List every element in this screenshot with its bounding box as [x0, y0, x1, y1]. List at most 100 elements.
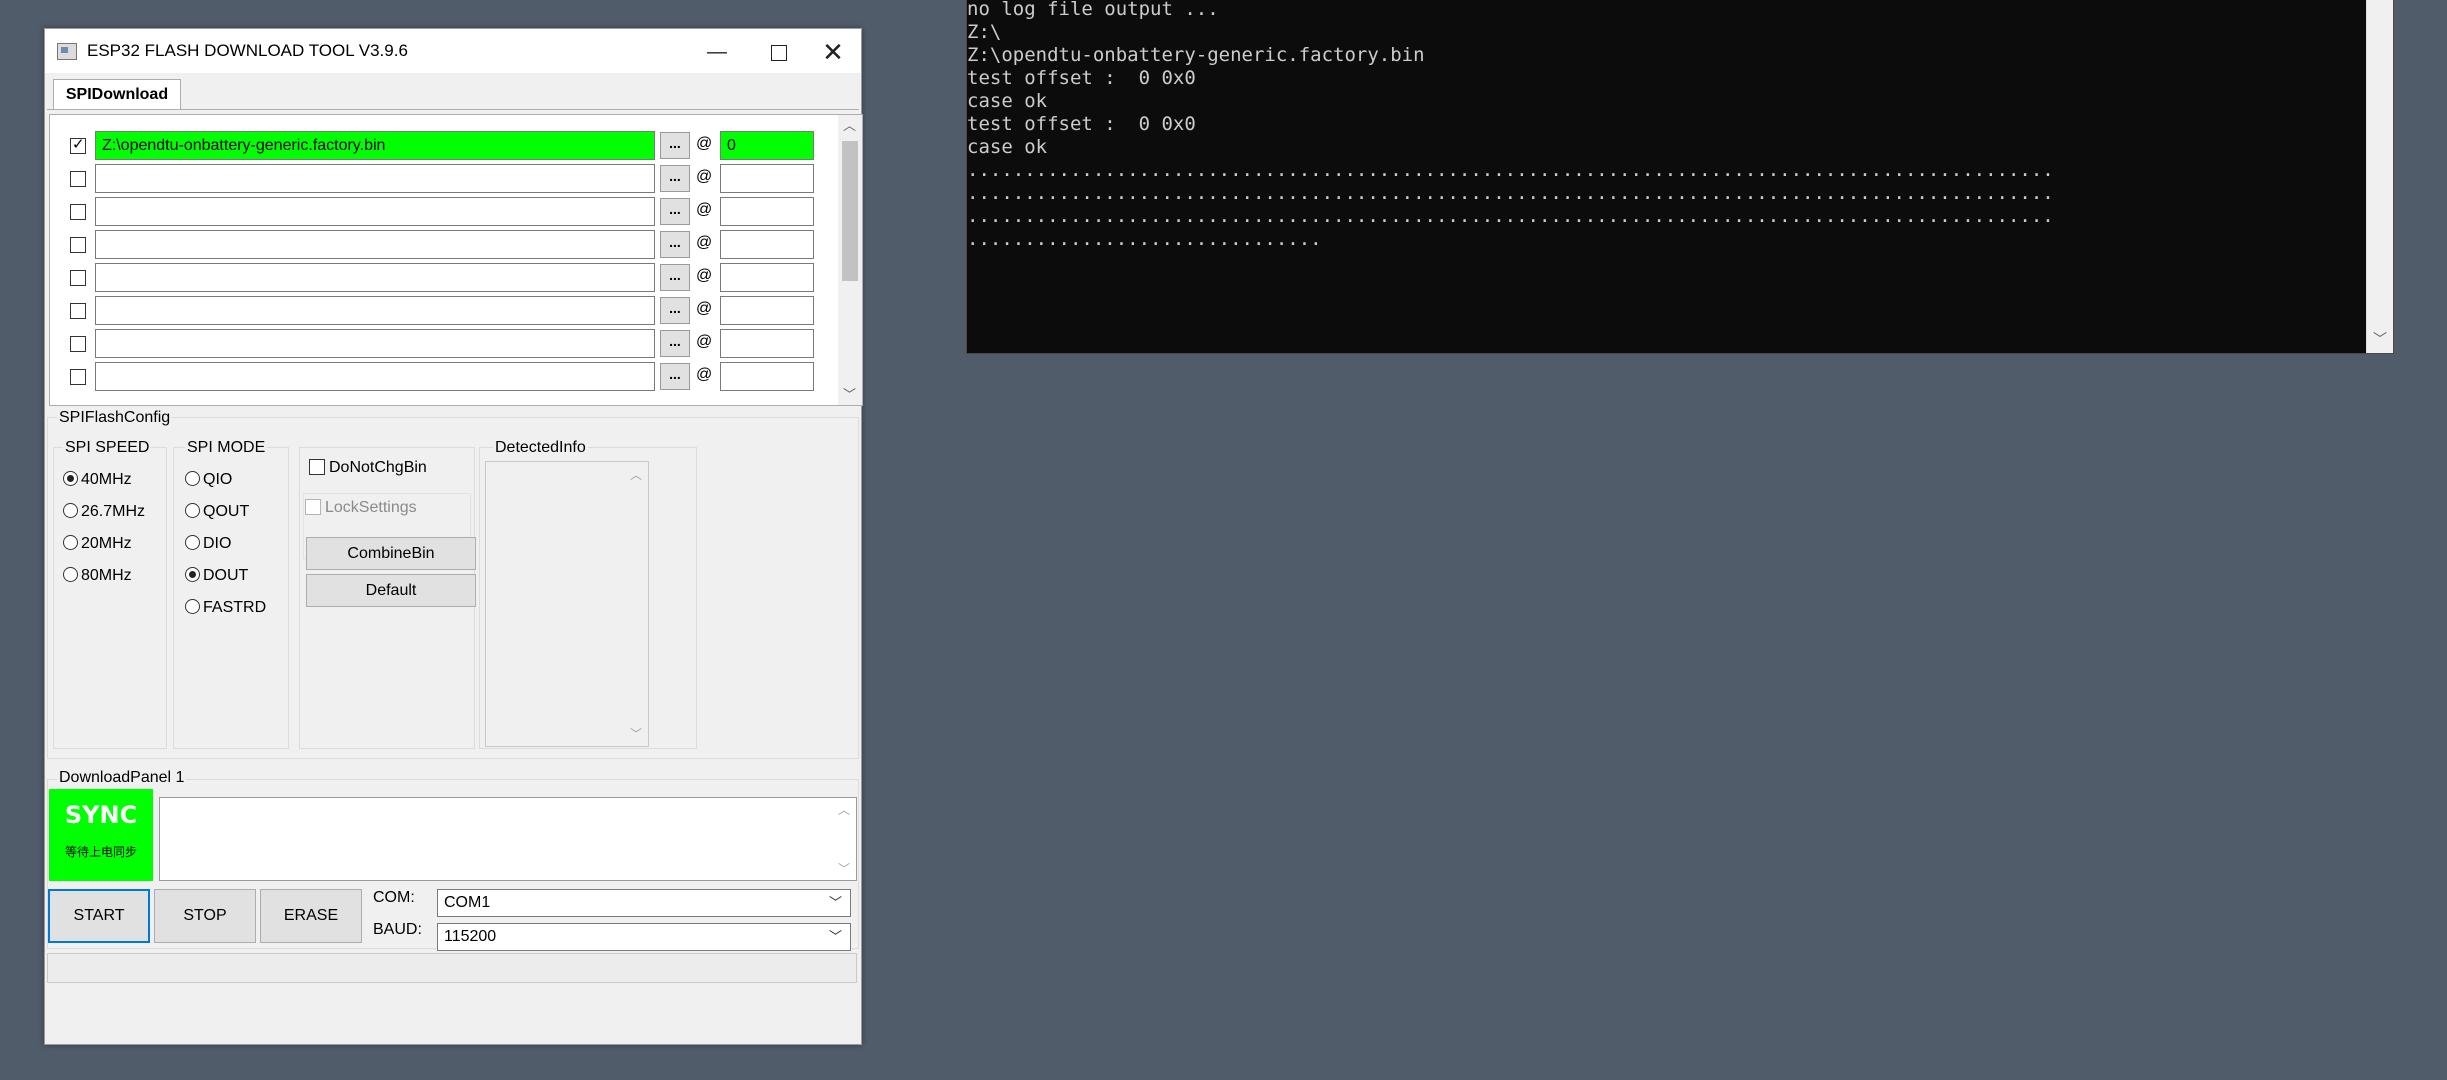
file-path-input[interactable]	[95, 329, 655, 358]
browse-button[interactable]: ...	[660, 297, 690, 324]
file-address-input[interactable]	[720, 230, 814, 259]
maximize-icon	[771, 44, 787, 61]
download-log-box[interactable]: ︿ ﹀	[159, 797, 857, 881]
sync-status-box: SYNC 等待上电同步	[49, 789, 153, 881]
console-window: no log file output ... Z:\ Z:\opendtu-onba…	[966, 0, 2394, 354]
file-enable-checkbox[interactable]	[70, 204, 86, 220]
radio-dot	[185, 567, 200, 582]
spi-mode-option-qout[interactable]: QOUT	[185, 503, 249, 521]
console-line: ........................................…	[967, 159, 2054, 181]
spi-speed-group	[53, 447, 167, 749]
baud-select[interactable]: 115200 ﹀	[437, 923, 851, 951]
scroll-down-icon[interactable]: ﹀	[2373, 329, 2387, 349]
spi-speed-option-20mhz[interactable]: 20MHz	[63, 535, 132, 553]
file-enable-checkbox[interactable]	[70, 270, 86, 286]
checkbox-box	[309, 459, 325, 475]
chevron-down-icon: ﹀	[828, 929, 842, 944]
file-address-input[interactable]	[720, 362, 814, 391]
stop-button[interactable]: STOP	[154, 889, 256, 943]
close-button[interactable]: ✕	[805, 34, 861, 70]
default-button[interactable]: Default	[306, 574, 476, 607]
tab-divider	[47, 109, 859, 110]
browse-button[interactable]: ...	[660, 231, 690, 258]
at-label: @	[696, 168, 713, 185]
do-not-chg-bin-checkbox[interactable]: DoNotChgBin	[309, 459, 427, 477]
tab-spidownload[interactable]: SPIDownload	[53, 79, 181, 110]
scroll-thumb[interactable]	[842, 141, 858, 281]
file-row: ... @	[50, 228, 862, 261]
file-enable-checkbox[interactable]	[70, 369, 86, 385]
file-address-input[interactable]	[720, 164, 814, 193]
file-path-input[interactable]	[95, 197, 655, 226]
minimize-button[interactable]: —	[689, 34, 745, 70]
scroll-down-icon[interactable]: ﹀	[843, 384, 856, 403]
file-path-input[interactable]	[95, 362, 655, 391]
scroll-down-icon[interactable]: ﹀	[630, 725, 642, 742]
browse-button[interactable]: ...	[660, 330, 690, 357]
sync-status-subtitle: 等待上电同步	[64, 845, 137, 859]
spi-speed-option-80mhz[interactable]: 80MHz	[63, 567, 132, 585]
combine-bin-button[interactable]: CombineBin	[306, 537, 476, 570]
file-list-scrollbar[interactable]: ︿ ﹀	[838, 115, 862, 405]
file-address-input[interactable]	[720, 296, 814, 325]
scroll-up-icon[interactable]: ︿	[843, 115, 856, 134]
browse-button[interactable]: ...	[660, 198, 690, 225]
start-button[interactable]: START	[48, 889, 150, 943]
radio-dot	[185, 599, 200, 614]
radio-dot	[63, 535, 78, 550]
at-label: @	[696, 366, 713, 383]
radio-dot	[185, 535, 200, 550]
spi-mode-option-qio[interactable]: QIO	[185, 471, 232, 489]
file-enable-checkbox[interactable]	[70, 237, 86, 253]
download-panel-title: DownloadPanel 1	[57, 769, 187, 787]
spi-mode-option-dout[interactable]: DOUT	[185, 567, 248, 585]
browse-button[interactable]: ...	[660, 363, 690, 390]
file-row: ... @	[50, 195, 862, 228]
radio-dot	[185, 503, 200, 518]
spi-mode-option-dio[interactable]: DIO	[185, 535, 231, 553]
console-line: ...............................	[967, 228, 1322, 250]
file-row: ... @	[50, 327, 862, 360]
spi-mode-option-fastrd[interactable]: FASTRD	[185, 599, 266, 617]
radio-dot	[185, 471, 200, 486]
console-line: Z:\	[967, 21, 1002, 43]
scroll-down-icon[interactable]: ﹀	[838, 860, 850, 877]
browse-button[interactable]: ...	[660, 264, 690, 291]
file-enable-checkbox[interactable]	[70, 135, 86, 154]
at-label: @	[696, 135, 713, 152]
window-title: ESP32 FLASH DOWNLOAD TOOL V3.9.6	[87, 41, 408, 60]
file-path-input[interactable]: Z:\opendtu-onbattery-generic.factory.bin	[95, 131, 655, 160]
file-row: Z:\opendtu-onbattery-generic.factory.bin…	[50, 129, 862, 162]
console-scrollbar[interactable]: ﹀	[2366, 0, 2393, 353]
file-address-input[interactable]	[720, 263, 814, 292]
file-path-input[interactable]	[95, 296, 655, 325]
detected-info-title: DetectedInfo	[493, 439, 588, 457]
status-bar	[47, 953, 857, 983]
file-path-input[interactable]	[95, 263, 655, 292]
erase-button[interactable]: ERASE	[260, 889, 362, 943]
detected-info-box: ︿ ﹀	[485, 461, 649, 747]
file-path-input[interactable]	[95, 230, 655, 259]
file-enable-checkbox[interactable]	[70, 171, 86, 187]
file-address-input[interactable]	[720, 197, 814, 226]
browse-button[interactable]: ...	[660, 165, 690, 192]
spi-speed-option-40mhz[interactable]: 40MHz	[63, 471, 132, 489]
spi-speed-option-267mhz[interactable]: 26.7MHz	[63, 503, 145, 521]
file-address-input[interactable]	[720, 329, 814, 358]
file-address-input[interactable]: 0	[720, 131, 814, 160]
browse-button[interactable]: ...	[660, 132, 690, 159]
maximize-button[interactable]	[751, 34, 807, 70]
file-list: Z:\opendtu-onbattery-generic.factory.bin…	[49, 114, 863, 406]
file-enable-checkbox[interactable]	[70, 336, 86, 352]
at-label: @	[696, 201, 713, 218]
scroll-up-icon[interactable]: ︿	[630, 466, 642, 483]
console-line: case ok	[967, 136, 1048, 158]
spi-mode-title: SPI MODE	[185, 439, 268, 457]
com-select[interactable]: COM1 ﹀	[437, 889, 851, 917]
file-path-input[interactable]	[95, 164, 655, 193]
console-line: case ok	[967, 90, 1048, 112]
console-output: no log file output ... Z:\ Z:\opendtu-onba…	[967, 0, 2367, 251]
console-line: no log file output ...	[967, 0, 1219, 20]
file-enable-checkbox[interactable]	[70, 303, 86, 319]
scroll-up-icon[interactable]: ︿	[838, 801, 850, 818]
